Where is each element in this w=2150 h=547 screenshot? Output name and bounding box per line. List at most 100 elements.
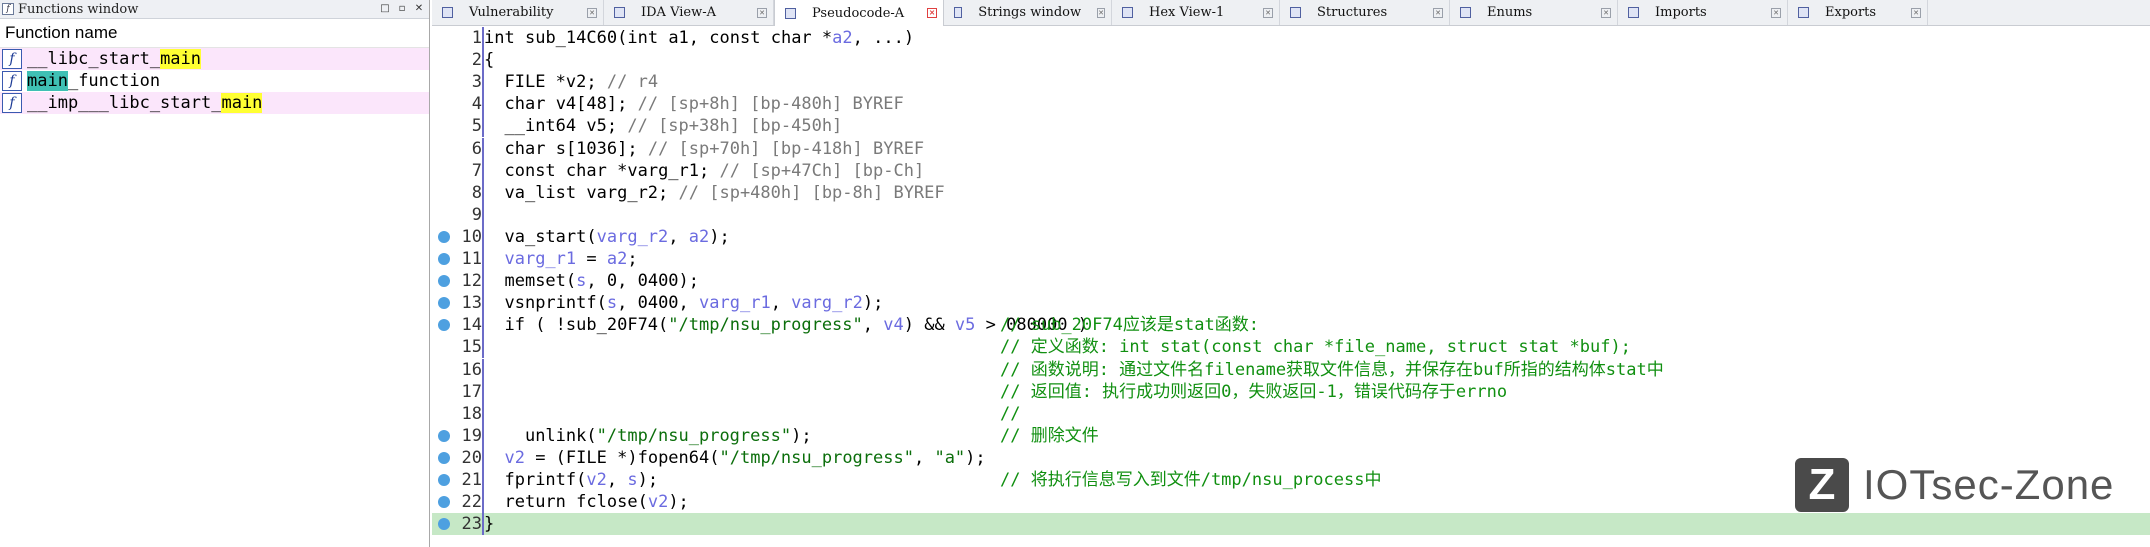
line-number: 4 [471, 94, 482, 115]
tab-imports[interactable]: Imports ✕ [1618, 0, 1788, 25]
tab-pseudocode-a[interactable]: Pseudocode-A ✕ [774, 0, 944, 26]
code-line[interactable]: 5 __int64 v5; // [sp+38h] [bp-450h] [432, 115, 2150, 138]
line-number: 18 [461, 403, 482, 424]
code-text: char s[1036]; // [sp+70h] [bp-418h] BYRE… [504, 138, 925, 159]
tab-icon [785, 7, 796, 19]
function-name-suffix: _function [67, 71, 161, 91]
tab-enums[interactable]: Enums ✕ [1450, 0, 1618, 25]
breakpoint-dot-icon[interactable] [438, 496, 450, 509]
code-line[interactable]: 1 int sub_14C60(int a1, const char *a2, .… [432, 27, 2150, 49]
close-icon[interactable]: ✕ [412, 2, 426, 16]
tab-ida-view-a[interactable]: IDA View-A ✕ [604, 0, 774, 25]
function-name-column-header[interactable]: Function name [0, 19, 429, 48]
tab-bar: Vulnerability ✕ IDA View-A ✕ Pseudocode-A ✕ St… [432, 0, 2150, 26]
tab-strings-window[interactable]: Strings window ✕ [944, 0, 1112, 25]
functions-window-titlebar[interactable]: f Functions window □ ▫ ✕ [0, 0, 429, 19]
tab-close-icon[interactable]: ✕ [587, 7, 597, 18]
function-icon: f [2, 3, 14, 15]
line-number: 9 [471, 204, 482, 225]
line-number: 10 [461, 226, 482, 247]
gutter-divider [482, 380, 484, 403]
code-line[interactable]: 8 va_list varg_r2; // [sp+480h] [bp-8h] … [432, 181, 2150, 204]
breakpoint-dot-icon[interactable] [438, 474, 450, 486]
tab-close-icon[interactable]: ✕ [1771, 7, 1781, 18]
breakpoint-dot-icon[interactable] [438, 253, 450, 265]
tab-close-icon[interactable]: ✕ [927, 8, 937, 18]
search-highlight: main [160, 49, 202, 69]
code-text: char v4[48]; // [sp+8h] [bp-480h] BYREF [504, 94, 904, 115]
float-icon[interactable]: ▫ [395, 2, 409, 16]
tab-close-icon[interactable]: ✕ [1601, 7, 1611, 18]
tab-label: Enums [1487, 5, 1533, 20]
code-text: vsnprintf(s, 0400, varg_r1, varg_r2); [504, 293, 884, 314]
code-line[interactable]: 12 memset(s, 0, 0400); [432, 270, 2150, 293]
tab-close-icon[interactable]: ✕ [1911, 7, 1921, 18]
restore-icon[interactable]: □ [378, 2, 392, 16]
tab-close-icon[interactable]: ✕ [1433, 7, 1443, 18]
breakpoint-dot-icon[interactable] [438, 518, 450, 531]
code-line[interactable]: 13 vsnprintf(s, 0400, varg_r1, varg_r2); [432, 292, 2150, 315]
breakpoint-dot-icon[interactable] [438, 319, 450, 332]
line-number: 5 [471, 116, 482, 137]
line-number: 6 [471, 138, 482, 159]
code-line[interactable]: 4 char v4[48]; // [sp+8h] [bp-480h] BYRE… [432, 93, 2150, 116]
code-line[interactable]: 17 // 返回值: 执行成功则返回0，失败返回-1，错误代码存于errno [432, 380, 2150, 403]
function-icon: f [2, 93, 22, 113]
function-list-item[interactable]: f __imp___libc_start_main [0, 92, 429, 114]
tab-hex-view-1[interactable]: Hex View-1 ✕ [1112, 0, 1280, 25]
functions-window: f Functions window □ ▫ ✕ Function name f… [0, 0, 430, 547]
breakpoint-dot-icon[interactable] [438, 297, 450, 310]
code-line[interactable]: 3 FILE *v2; // r4 [432, 71, 2150, 94]
line-number: 7 [471, 160, 482, 181]
breakpoint-dot-icon[interactable] [438, 275, 450, 288]
code-line[interactable]: 7 const char *varg_r1; // [sp+47Ch] [bp-… [432, 159, 2150, 182]
tab-label: Pseudocode-A [812, 5, 905, 21]
function-list: f __libc_start_main f main_function f __imp__… [0, 48, 429, 114]
code-comment: // 删除文件 [1000, 425, 1099, 446]
function-list-item[interactable]: f main_function [0, 70, 429, 92]
function-name-prefix: __imp___libc_start_ [27, 93, 222, 113]
tab-icon [954, 7, 963, 18]
code-line[interactable]: 23} [432, 513, 2150, 536]
code-line[interactable]: 2{ [432, 49, 2150, 72]
breakpoint-dot-icon[interactable] [438, 451, 450, 464]
function-list-item[interactable]: f __libc_start_main [0, 48, 429, 70]
function-name: main_function [27, 71, 160, 91]
tab-icon [1798, 7, 1809, 18]
tab-close-icon[interactable]: ✕ [1263, 7, 1273, 18]
tab-structures[interactable]: Structures ✕ [1280, 0, 1450, 25]
tab-icon [1290, 7, 1301, 18]
code-comment: // 返回值: 执行成功则返回0，失败返回-1，错误代码存于errno [1000, 381, 1508, 402]
code-line[interactable]: 14 if ( !sub_20F74("/tmp/nsu_progress", … [432, 314, 2150, 337]
tab-close-icon[interactable]: ✕ [757, 7, 767, 18]
watermark-text: IOTsec-Zone [1863, 461, 2115, 508]
function-name-prefix: __libc_start_ [27, 49, 161, 69]
watermark-logo: Z [1795, 458, 1849, 512]
code-comment: // [1000, 403, 1021, 424]
code-line[interactable]: 16 // 函数说明: 通过文件名filename获取文件信息，并保存在buf所指… [432, 358, 2150, 381]
tab-label: Structures [1317, 5, 1388, 20]
tab-icon [1460, 7, 1471, 18]
tab-vulnerability[interactable]: Vulnerability ✕ [432, 0, 604, 25]
breakpoint-dot-icon[interactable] [438, 230, 450, 243]
code-line[interactable]: 19 unlink("/tmp/nsu_progress"); // 删除文件 [432, 424, 2150, 447]
code-line[interactable]: 10 va_start(varg_r2, a2); [432, 225, 2150, 248]
code-line[interactable]: 9 [432, 203, 2150, 226]
code-line[interactable]: 6 char s[1036]; // [sp+70h] [bp-418h] BY… [432, 137, 2150, 160]
breakpoint-dot-icon[interactable] [438, 429, 450, 442]
code-line[interactable]: 18 // [432, 402, 2150, 425]
tab-exports[interactable]: Exports ✕ [1788, 0, 1928, 25]
line-number: 16 [461, 359, 482, 380]
code-text: memset(s, 0, 0400); [504, 271, 700, 292]
line-number: 2 [471, 50, 482, 71]
line-number: 15 [461, 337, 482, 358]
line-number: 13 [461, 293, 482, 314]
tab-icon [1122, 7, 1133, 18]
line-number: 8 [471, 182, 482, 203]
function-name: __libc_start_main [27, 49, 202, 69]
tab-close-icon[interactable]: ✕ [1097, 7, 1105, 18]
line-number: 22 [461, 492, 482, 513]
code-comment: // 函数说明: 通过文件名filename获取文件信息，并保存在buf所指的结… [1000, 359, 1664, 380]
code-line[interactable]: 11 varg_r1 = a2; [432, 248, 2150, 270]
code-line[interactable]: 15 // 定义函数: int stat(const char *file_nam… [432, 336, 2150, 359]
